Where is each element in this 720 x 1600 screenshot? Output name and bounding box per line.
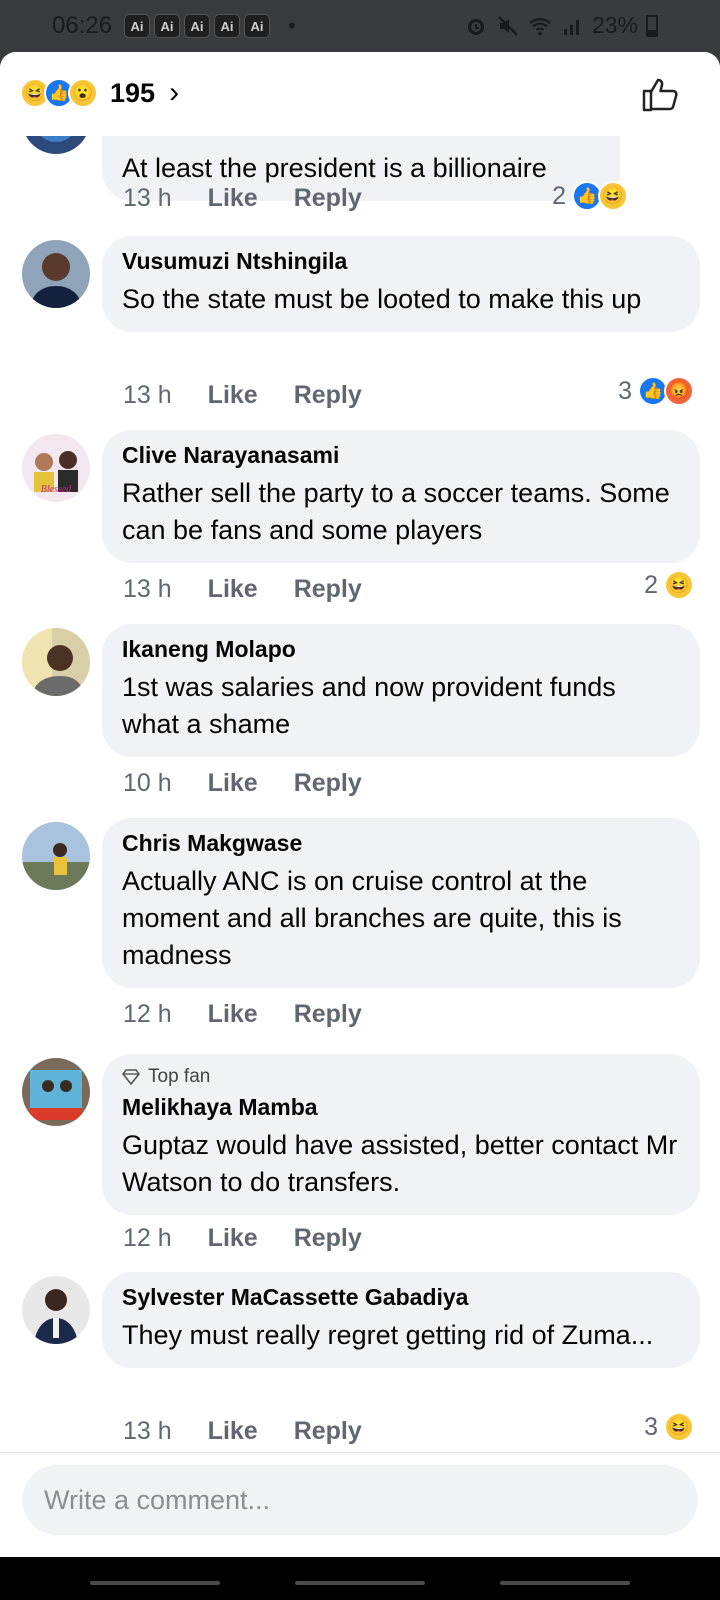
- comment-bubble[interactable]: Chris Makgwase Actually ANC is on cruise…: [102, 818, 700, 988]
- ai-badge: Ai: [124, 14, 150, 38]
- comments-sheet: 😆 👍 😮 195 › At least the president is a …: [0, 52, 720, 1557]
- comment-author[interactable]: Clive Narayanasami: [122, 442, 680, 469]
- comment-time: 13 h: [123, 381, 172, 409]
- home-button[interactable]: [295, 1581, 425, 1585]
- haha-icon: 😆: [598, 181, 628, 211]
- haha-icon: 😆: [664, 1412, 694, 1442]
- like-button[interactable]: Like: [208, 184, 258, 213]
- avatar[interactable]: [22, 822, 90, 890]
- reply-button[interactable]: Reply: [294, 1417, 362, 1446]
- system-nav-bar: [0, 1557, 720, 1600]
- avatar[interactable]: [22, 628, 90, 696]
- comment-reactions[interactable]: 2 👍 😆: [552, 181, 628, 211]
- comment-time: 13 h: [123, 184, 172, 212]
- comment-text: So the state must be looted to make this…: [122, 284, 642, 314]
- like-button[interactable]: Like: [208, 1417, 258, 1446]
- comment-bubble[interactable]: Ikaneng Molapo 1st was salaries and now …: [102, 624, 700, 757]
- reaction-count: 3: [618, 376, 632, 405]
- comment-actions: 13 h Like Reply: [123, 184, 362, 213]
- ai-badge: Ai: [244, 14, 270, 38]
- reply-button[interactable]: Reply: [294, 1000, 362, 1029]
- reply-button[interactable]: Reply: [294, 769, 362, 798]
- diamond-icon: [122, 1069, 140, 1085]
- top-fan-badge: Top fan: [122, 1066, 680, 1088]
- reactions-header: 😆 👍 😮 195 ›: [0, 52, 720, 136]
- battery-percent: 23%: [591, 12, 638, 38]
- like-post-button[interactable]: [640, 74, 680, 114]
- avatar[interactable]: [22, 1276, 90, 1344]
- ai-badge: Ai: [214, 14, 240, 38]
- comment-text: Rather sell the party to a soccer teams.…: [122, 478, 670, 545]
- haha-icon: 😆: [664, 570, 694, 600]
- mute-icon: [498, 15, 518, 36]
- like-button[interactable]: Like: [208, 575, 258, 604]
- comment-author[interactable]: Melikhaya Mamba: [122, 1094, 680, 1121]
- comment-time: 12 h: [123, 1000, 172, 1028]
- avatar[interactable]: Blessed: [22, 434, 90, 502]
- reaction-count: 195: [110, 77, 156, 108]
- comment-author[interactable]: Ikaneng Molapo: [122, 636, 680, 663]
- reaction-count: 2: [552, 181, 566, 210]
- signal-icon: [563, 19, 579, 35]
- like-button[interactable]: Like: [208, 1000, 258, 1029]
- avatar[interactable]: [22, 1058, 90, 1126]
- reaction-count: 2: [644, 570, 658, 599]
- comment-bubble[interactable]: Vusumuzi Ntshingila So the state must be…: [102, 236, 700, 332]
- reply-button[interactable]: Reply: [294, 1224, 362, 1253]
- comment-time: 13 h: [123, 575, 172, 603]
- angry-icon: 😡: [664, 376, 694, 406]
- comment-actions: 12 h Like Reply: [123, 1000, 362, 1029]
- comment-text: Guptaz would have assisted, better conta…: [122, 1130, 678, 1197]
- back-button[interactable]: [500, 1581, 630, 1585]
- reaction-count: 3: [644, 1412, 658, 1441]
- comment-time: 13 h: [123, 1417, 172, 1445]
- comment-author[interactable]: Sylvester MaCassette Gabadiya: [122, 1284, 680, 1311]
- reactions-summary[interactable]: 😆 👍 😮 195 ›: [20, 76, 179, 110]
- comment-author[interactable]: Chris Makgwase: [122, 830, 680, 857]
- comment-author[interactable]: Vusumuzi Ntshingila: [122, 248, 680, 275]
- comment-input[interactable]: [22, 1465, 698, 1535]
- top-fan-label: Top fan: [148, 1066, 211, 1087]
- comment-reactions[interactable]: 3 👍 😡: [618, 376, 694, 406]
- avatar[interactable]: [22, 240, 90, 308]
- reply-button[interactable]: Reply: [294, 184, 362, 213]
- comment-bubble[interactable]: Sylvester MaCassette Gabadiya They must …: [102, 1272, 700, 1368]
- comment-actions: 13 h Like Reply: [123, 381, 362, 410]
- comment-reactions[interactable]: 2 😆: [644, 570, 694, 600]
- comment-time: 10 h: [123, 769, 172, 797]
- ai-notification-badges: Ai Ai Ai Ai Ai: [124, 14, 270, 38]
- comment-text: Actually ANC is on cruise control at the…: [122, 866, 622, 970]
- comment-composer: [0, 1452, 720, 1557]
- battery-icon: [646, 14, 658, 37]
- comment-bubble[interactable]: Clive Narayanasami Rather sell the party…: [102, 430, 700, 563]
- comment-actions: 10 h Like Reply: [123, 769, 362, 798]
- reply-button[interactable]: Reply: [294, 381, 362, 410]
- status-time: 06:26: [52, 12, 113, 39]
- comment-actions: 13 h Like Reply: [123, 575, 362, 604]
- svg-text:Blessed: Blessed: [41, 484, 73, 495]
- like-button[interactable]: Like: [208, 1224, 258, 1253]
- comment-actions: 12 h Like Reply: [123, 1224, 362, 1253]
- comment-actions: 13 h Like Reply: [123, 1417, 362, 1446]
- comment-bubble[interactable]: Top fan Melikhaya Mamba Guptaz would hav…: [102, 1054, 700, 1215]
- comments-list: At least the president is a billionaire …: [0, 86, 720, 1536]
- wow-icon: 😮: [68, 78, 98, 108]
- status-bar: 06:26 Ai Ai Ai Ai Ai • 23%: [0, 0, 720, 52]
- status-icons: 23%: [464, 12, 658, 39]
- comment-reactions[interactable]: 3 😆: [644, 1412, 694, 1442]
- comment-time: 12 h: [123, 1224, 172, 1252]
- notification-dot: •: [288, 13, 296, 38]
- comment-text: They must really regret getting rid of Z…: [122, 1320, 654, 1350]
- reply-button[interactable]: Reply: [294, 575, 362, 604]
- ai-badge: Ai: [184, 14, 210, 38]
- wifi-icon: [529, 17, 551, 35]
- comment-text: At least the president is a billionaire: [122, 153, 547, 183]
- alarm-icon: [467, 18, 484, 35]
- like-button[interactable]: Like: [208, 381, 258, 410]
- comment-text: 1st was salaries and now provident funds…: [122, 672, 616, 739]
- ai-badge: Ai: [154, 14, 180, 38]
- chevron-right-icon: ›: [169, 76, 180, 109]
- recent-apps-button[interactable]: [90, 1581, 220, 1585]
- like-button[interactable]: Like: [208, 769, 258, 798]
